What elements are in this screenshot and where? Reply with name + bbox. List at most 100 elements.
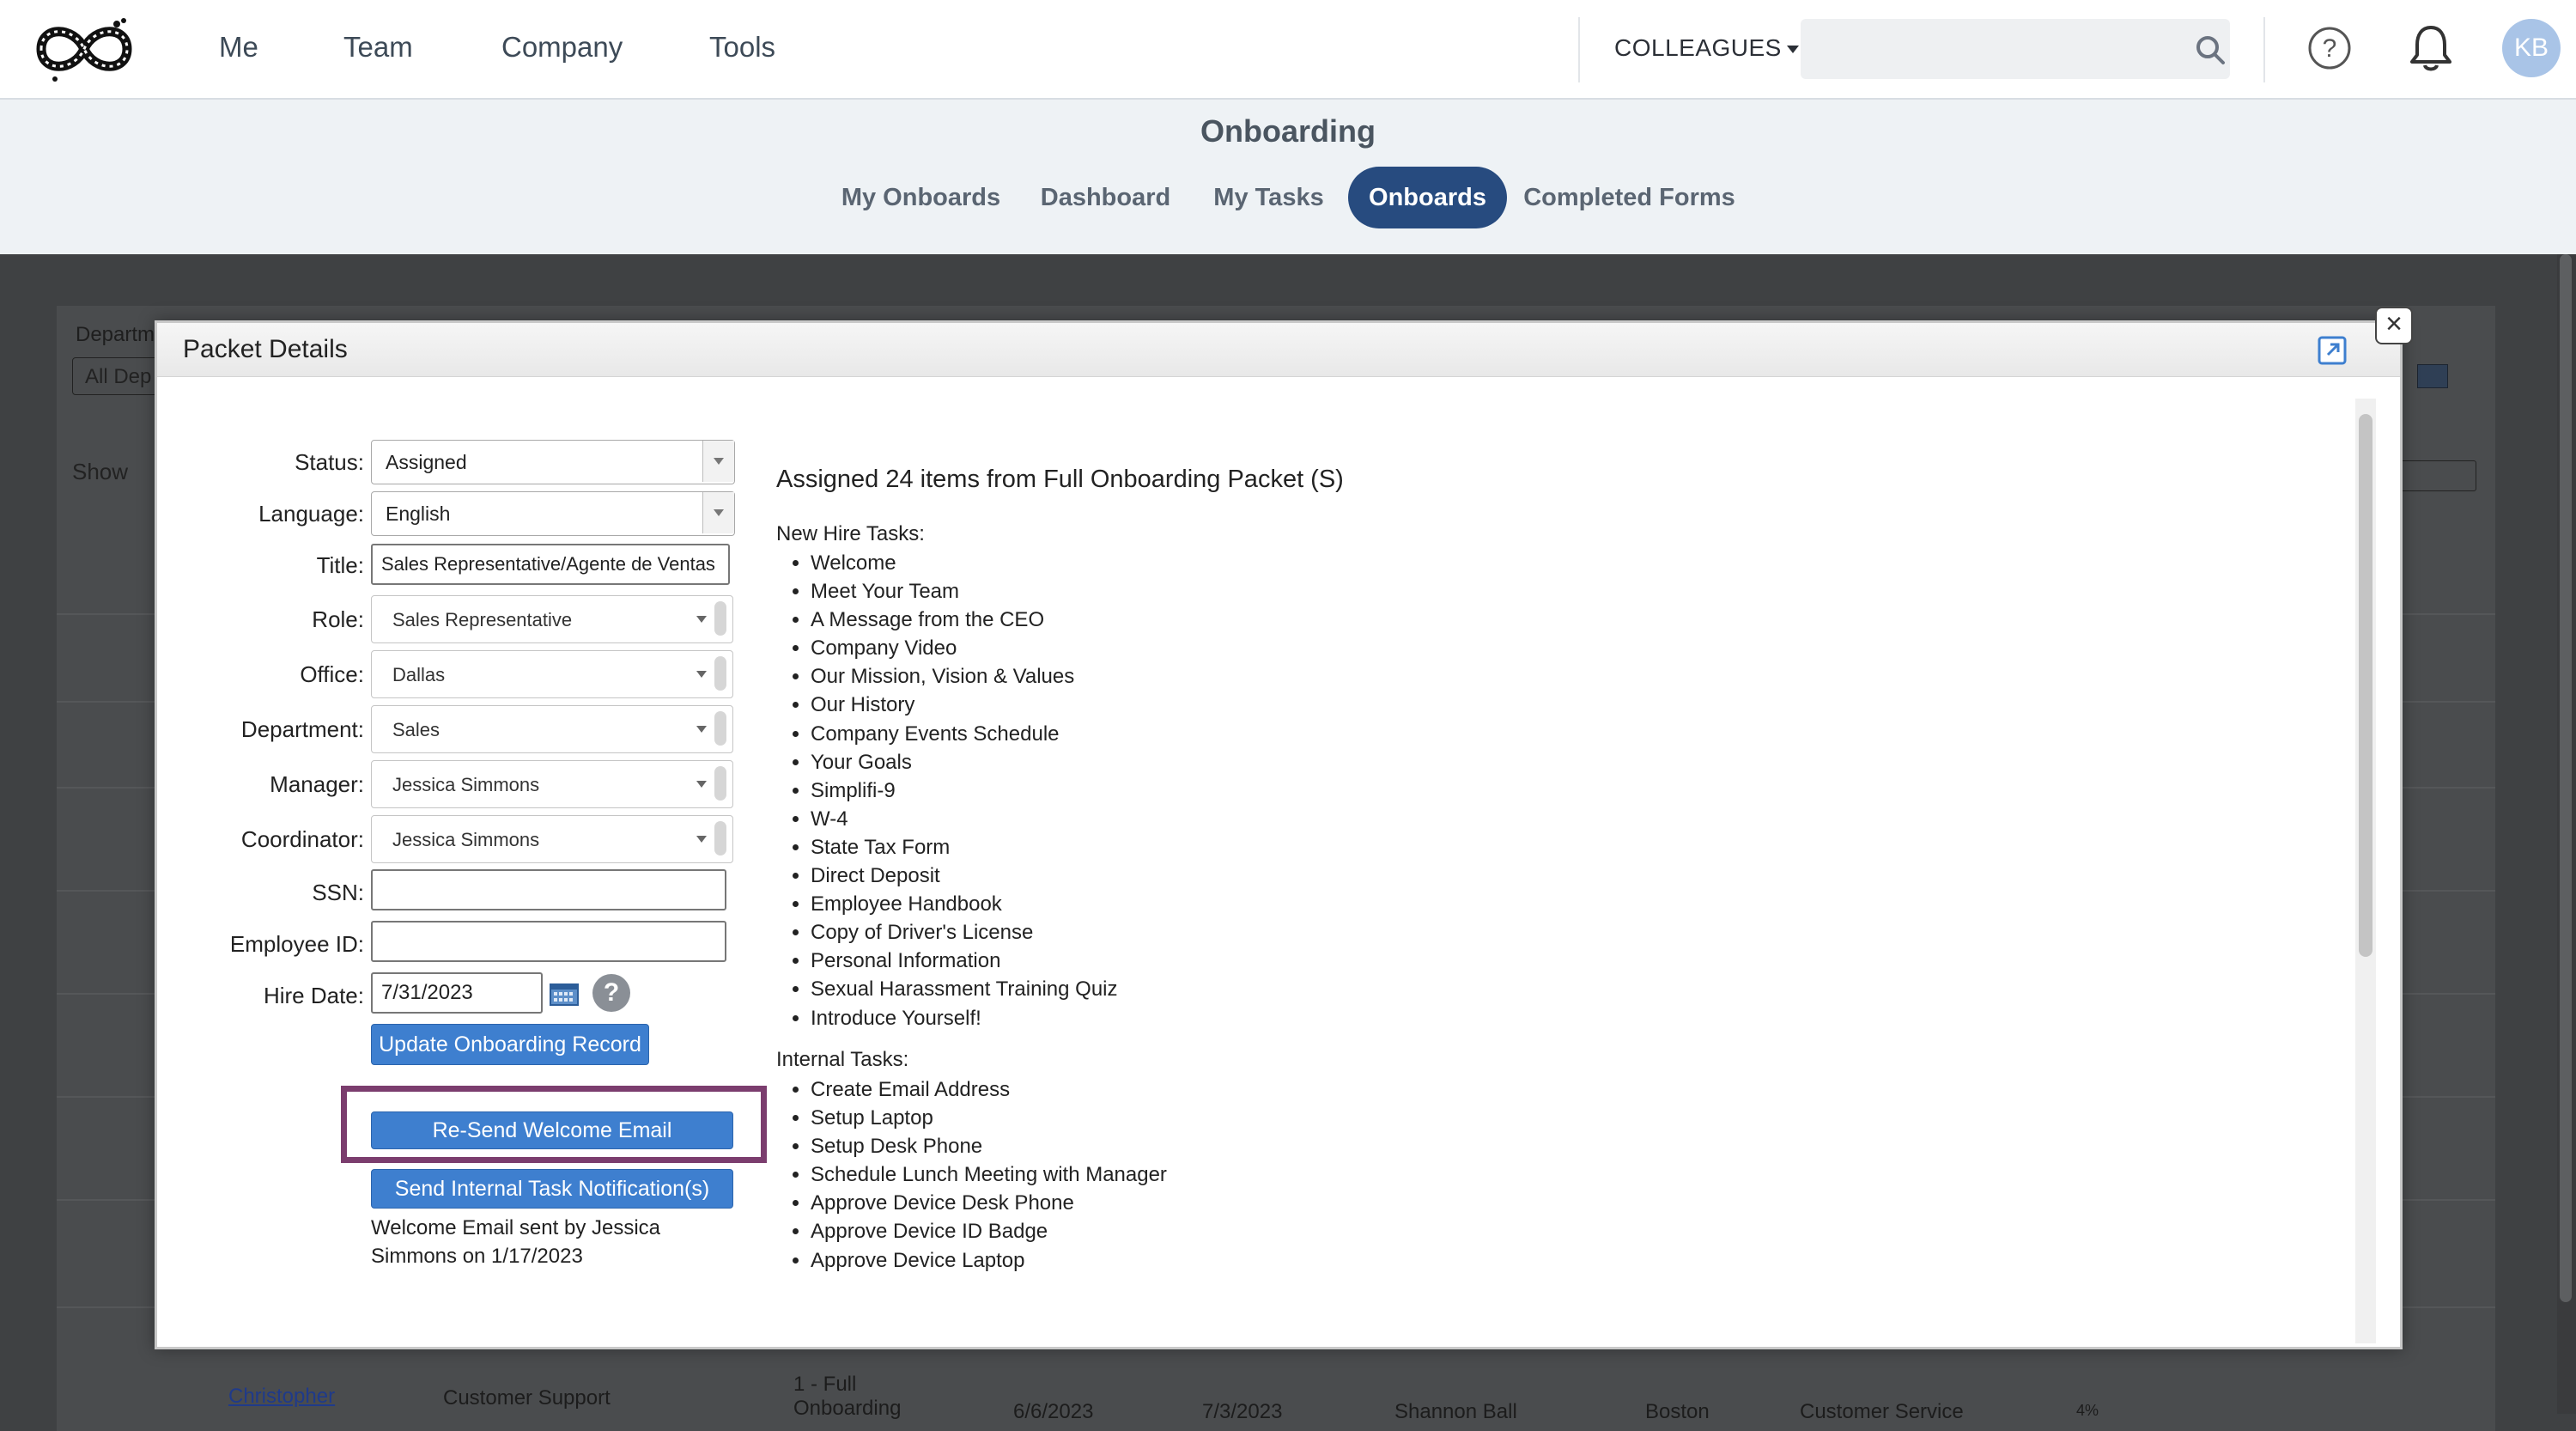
ssn-input[interactable]	[371, 869, 726, 910]
task-item: Approve Device ID Badge	[811, 1217, 1167, 1245]
task-item: A Message from the CEO	[811, 606, 1118, 634]
office-label: Office:	[300, 661, 364, 687]
close-icon[interactable]: ×	[2375, 307, 2413, 344]
tab-onboards[interactable]: Onboards	[1348, 167, 1507, 228]
chevron-down-icon	[696, 836, 707, 843]
task-item: Schedule Lunch Meeting with Manager	[811, 1160, 1167, 1189]
coordinator-select[interactable]: Jessica Simmons	[371, 815, 733, 863]
user-avatar[interactable]: KB	[2502, 19, 2561, 77]
search-input[interactable]	[1801, 19, 2180, 81]
chevron-down-icon	[702, 492, 734, 533]
language-select[interactable]: English	[371, 491, 735, 536]
nav-link-team[interactable]: Team	[343, 31, 413, 64]
task-item: Sexual Harassment Training Quiz	[811, 975, 1118, 1003]
resend-welcome-email-button[interactable]: Re-Send Welcome Email	[371, 1111, 733, 1149]
status-select[interactable]: Assigned	[371, 440, 735, 484]
manager-select[interactable]: Jessica Simmons	[371, 760, 733, 808]
bg-row-coordinator: Shannon Ball	[1394, 1400, 1517, 1423]
hire-date-label: Hire Date:	[263, 983, 364, 1008]
nav-link-me[interactable]: Me	[219, 31, 258, 64]
role-scroll-handle[interactable]	[714, 601, 726, 636]
update-onboarding-record-button[interactable]: Update Onboarding Record	[371, 1024, 649, 1065]
department-value: Sales	[392, 719, 440, 740]
tab-my-onboards[interactable]: My Onboards	[833, 167, 1009, 228]
bg-filter-value: All Dep	[85, 365, 152, 388]
office-scroll-handle[interactable]	[714, 656, 726, 691]
top-navigation-bar: Me Team Company Tools COLLEAGUES ? KB	[0, 0, 2576, 100]
popout-icon[interactable]	[2318, 336, 2347, 365]
task-item: Your Goals	[811, 748, 1118, 776]
bg-filter-label: Departm	[76, 323, 155, 346]
manager-scroll-handle[interactable]	[714, 766, 726, 801]
assignment-summary: Assigned 24 items from Full Onboarding P…	[776, 466, 1344, 493]
bg-row-progress: 4%	[2076, 1402, 2099, 1419]
employee-id-input[interactable]	[371, 921, 726, 962]
task-item: Welcome	[811, 549, 1118, 577]
employee-id-label: Employee ID:	[229, 931, 364, 957]
task-item: Employee Handbook	[811, 890, 1118, 918]
nav-link-company[interactable]: Company	[501, 31, 623, 64]
tab-my-tasks[interactable]: My Tasks	[1202, 167, 1335, 228]
coordinator-value: Jessica Simmons	[392, 829, 540, 850]
department-select[interactable]: Sales	[371, 705, 733, 753]
bg-show-label: Show	[72, 459, 129, 484]
bg-row-role: Customer Service	[1800, 1400, 1964, 1423]
calendar-icon[interactable]	[550, 982, 579, 1006]
bell-icon[interactable]	[2408, 24, 2454, 74]
chevron-down-icon	[702, 441, 734, 482]
department-label: Department:	[240, 716, 364, 742]
language-value: English	[386, 502, 451, 525]
manager-value: Jessica Simmons	[392, 774, 540, 795]
task-item: Copy of Driver's License	[811, 918, 1118, 947]
colleagues-dropdown[interactable]: COLLEAGUES	[1614, 34, 1799, 62]
role-select[interactable]: Sales Representative	[371, 595, 733, 643]
colleagues-label: COLLEAGUES	[1614, 34, 1782, 61]
bg-row-department: Customer Support	[443, 1386, 611, 1410]
task-item: Approve Device Desk Phone	[811, 1189, 1167, 1217]
task-item: Our History	[811, 691, 1118, 719]
dialog-scrollbar-thumb[interactable]	[2359, 414, 2372, 957]
dialog-header: Packet Details	[157, 323, 2400, 377]
manager-label: Manager:	[270, 771, 364, 797]
task-item: Company Events Schedule	[811, 720, 1118, 748]
task-item: Approve Device Laptop	[811, 1246, 1167, 1275]
coordinator-scroll-handle[interactable]	[714, 821, 726, 856]
new-hire-task-list: WelcomeMeet Your TeamA Message from the …	[776, 549, 1118, 1032]
task-item: W-4	[811, 805, 1118, 833]
status-label: Status:	[295, 449, 364, 475]
task-item: Direct Deposit	[811, 862, 1118, 890]
department-scroll-handle[interactable]	[714, 711, 726, 746]
svg-text:?: ?	[2323, 34, 2337, 63]
bg-row-office: Boston	[1645, 1400, 1710, 1423]
nav-link-tools[interactable]: Tools	[709, 31, 775, 64]
help-icon[interactable]: ?	[2307, 26, 2352, 70]
help-circle-icon[interactable]: ?	[592, 974, 630, 1012]
task-item: Meet Your Team	[811, 577, 1118, 606]
dialog-scrollbar[interactable]	[2355, 399, 2376, 1343]
ssn-label: SSN:	[312, 880, 364, 905]
task-item: State Tax Form	[811, 833, 1118, 862]
title-input[interactable]	[371, 544, 730, 585]
hire-date-input[interactable]	[371, 972, 543, 1014]
tab-dashboard[interactable]: Dashboard	[1030, 167, 1181, 228]
task-item: Create Email Address	[811, 1075, 1167, 1104]
chevron-down-icon	[696, 616, 707, 623]
nav-divider	[1578, 17, 1580, 82]
bg-row-packet: 1 - Full Onboarding	[793, 1373, 902, 1420]
office-select[interactable]: Dallas	[371, 650, 733, 698]
send-internal-task-notification-button[interactable]: Send Internal Task Notification(s)	[371, 1169, 733, 1209]
page-scrollbar-thumb[interactable]	[2560, 254, 2572, 1302]
task-item: Introduce Yourself!	[811, 1004, 1118, 1032]
role-label: Role:	[312, 606, 364, 632]
chevron-down-icon	[1786, 46, 1799, 54]
tab-completed-forms[interactable]: Completed Forms	[1520, 167, 1739, 228]
task-item: Simplifi-9	[811, 776, 1118, 805]
bg-row-name-link: Christopher	[228, 1385, 336, 1408]
page-scrollbar[interactable]	[2557, 254, 2576, 1414]
search-icon[interactable]	[2195, 34, 2226, 65]
chevron-down-icon	[696, 726, 707, 733]
welcome-email-status: Welcome Email sent by Jessica Simmons on…	[371, 1216, 661, 1268]
company-logo[interactable]	[24, 14, 144, 84]
new-hire-tasks-heading: New Hire Tasks:	[776, 522, 925, 545]
chevron-down-icon	[696, 671, 707, 678]
